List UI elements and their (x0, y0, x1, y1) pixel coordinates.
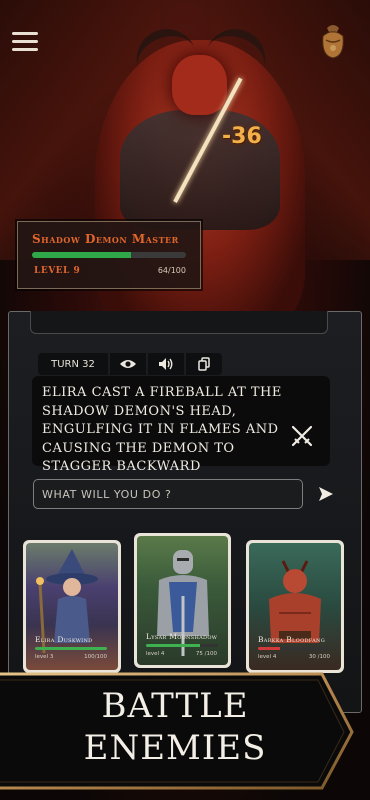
send-button[interactable] (316, 485, 336, 503)
character-health-fill (146, 644, 200, 647)
narration-text: Elira cast a fireball at the shadow demo… (42, 385, 282, 474)
turn-counter: TURN 32 (38, 353, 108, 375)
banner-line-2: ENEMIES (83, 728, 267, 768)
menu-icon (12, 32, 38, 51)
character-level: level 3 (35, 654, 54, 660)
banner-line-1: BATTLE (101, 686, 249, 726)
character-name: Elira Duskwind (35, 635, 93, 644)
toolbar: TURN 32 (38, 353, 222, 375)
copy-button[interactable] (186, 353, 222, 375)
character-hp: 75 /100 (195, 651, 217, 657)
menu-button[interactable] (12, 32, 38, 52)
demon-head (172, 55, 227, 115)
bag-icon (322, 25, 344, 59)
enemy-health-fill (32, 252, 131, 258)
character-card-barkka[interactable]: Barkka Bloodfang level 4 30 /100 (246, 540, 344, 673)
character-name: Lysar Moonshadow (146, 632, 218, 641)
sound-button[interactable] (148, 353, 184, 375)
character-portrait (249, 543, 341, 670)
character-hp: 30 /100 (308, 654, 330, 660)
damage-number: -36 (222, 124, 262, 149)
send-icon (319, 487, 333, 501)
character-level: level 4 (258, 654, 277, 660)
enemy-name: Shadow Demon Master (32, 232, 179, 246)
promo-banner: BATTLE ENEMIES (0, 672, 356, 790)
wizard-figure (36, 549, 98, 654)
character-card-lysar[interactable]: Lysar Moonshadow level 4 75 /100 (134, 533, 231, 668)
enemy-status-panel: Shadow Demon Master LEVEL 9 64/100 (17, 221, 201, 289)
speaker-icon (159, 358, 173, 370)
copy-icon (198, 357, 210, 371)
panel-tab (30, 311, 328, 334)
character-portrait (26, 543, 118, 670)
enemy-level: LEVEL 9 (34, 266, 81, 276)
character-health-bar (146, 644, 218, 647)
character-health-bar (258, 647, 330, 650)
view-button[interactable] (110, 353, 146, 375)
attack-button[interactable] (290, 424, 314, 448)
game-screen: -36 Shadow Demon Master LEVEL 9 64/100 T… (0, 0, 370, 800)
eye-icon (120, 360, 136, 368)
character-name: Barkka Bloodfang (258, 635, 326, 644)
narration-box: Elira cast a fireball at the shadow demo… (32, 376, 330, 474)
beast-figure (269, 560, 321, 643)
character-health-bar (35, 647, 107, 650)
character-hp: 100/100 (84, 654, 107, 660)
character-level: level 4 (146, 651, 165, 657)
enemy-health-bar (32, 252, 186, 258)
action-input[interactable] (33, 479, 303, 509)
crossed-swords-icon (291, 425, 313, 447)
character-card-elira[interactable]: Elira Duskwind level 3 100/100 (23, 540, 121, 673)
character-health-fill (35, 647, 107, 650)
inventory-bag-button[interactable] (317, 22, 349, 60)
enemy-hp-text: 64/100 (157, 266, 186, 275)
character-health-fill (258, 647, 280, 650)
